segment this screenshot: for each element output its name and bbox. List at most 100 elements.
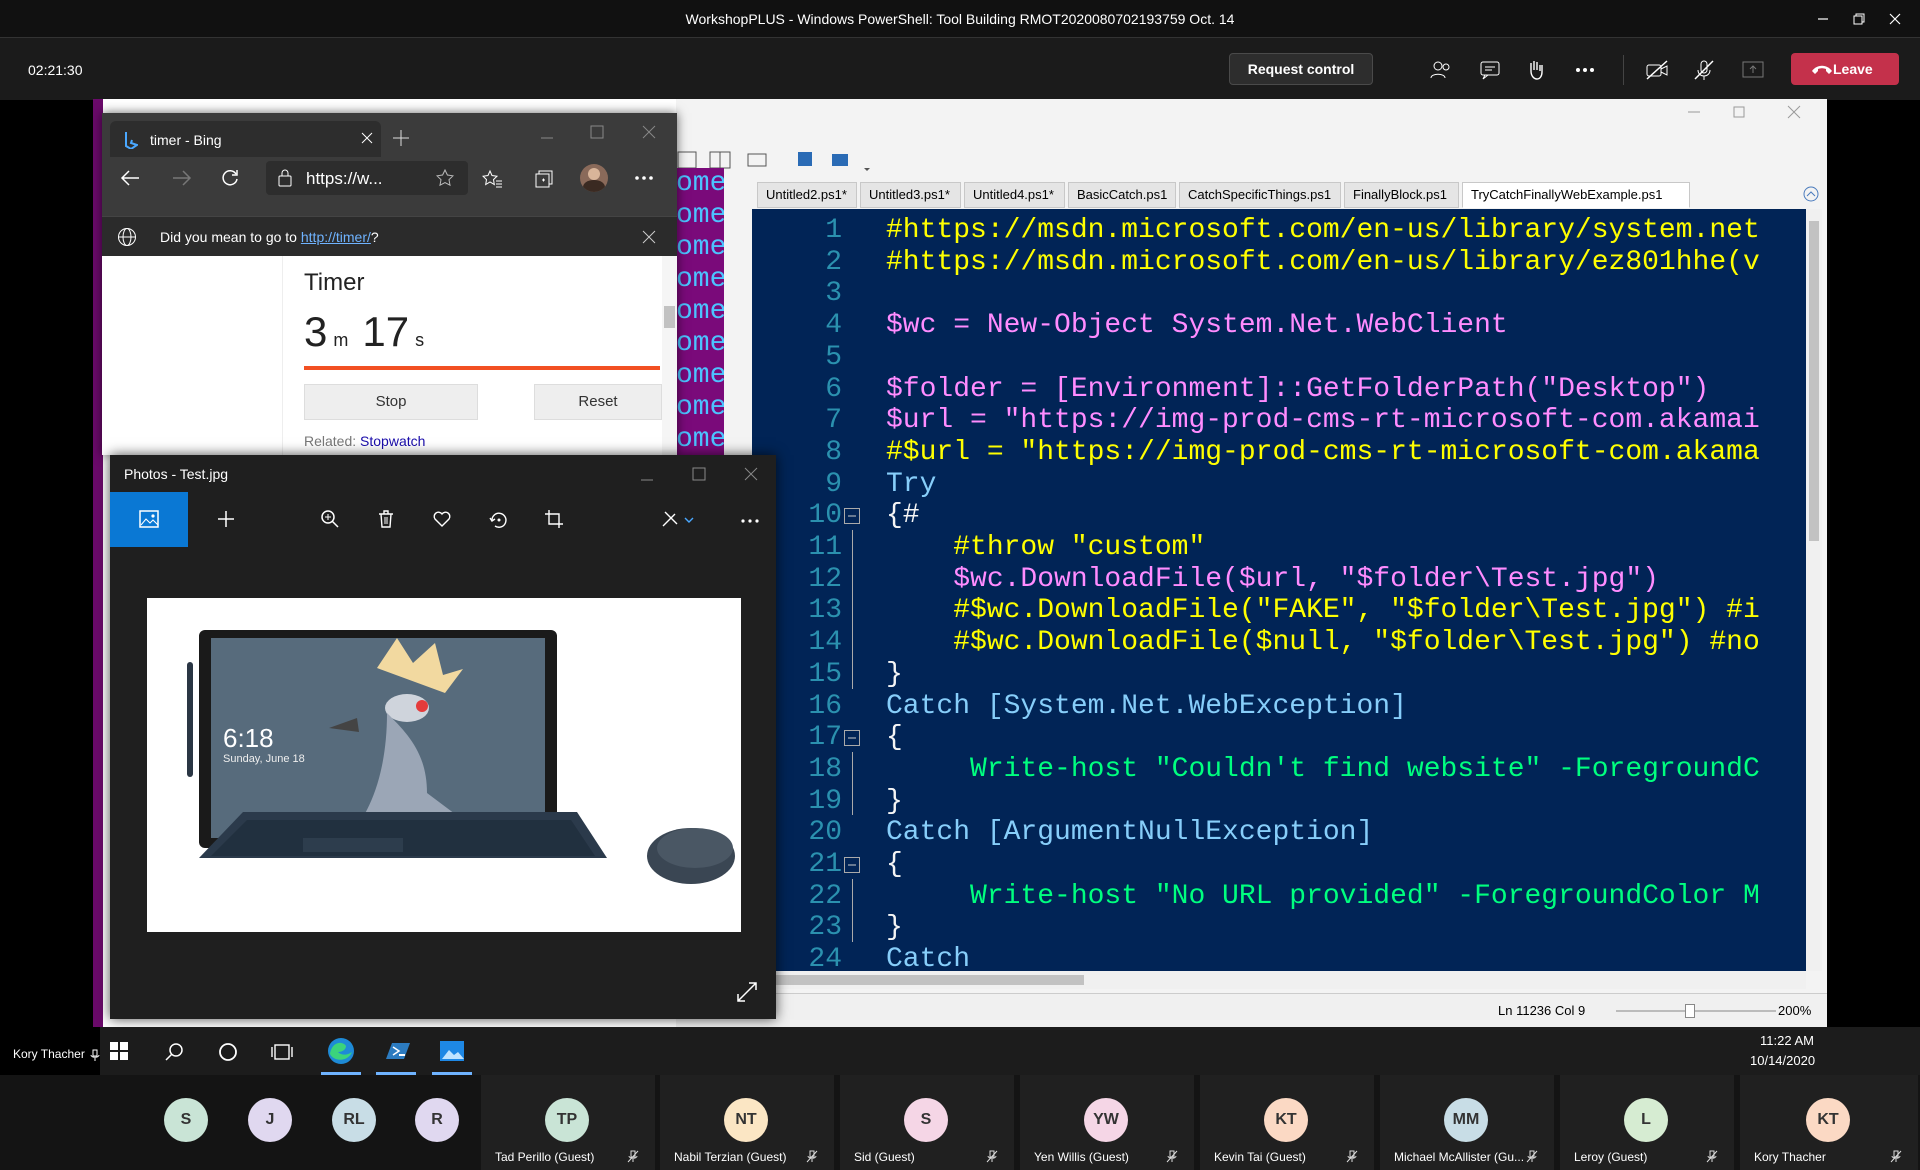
- participant-avatar: KT: [1264, 1098, 1308, 1142]
- code-text: Catch: [886, 944, 971, 971]
- new-tab-icon[interactable]: [392, 129, 410, 147]
- camera-off-icon[interactable]: [1644, 57, 1670, 83]
- code-text: Catch [System.Net.WebException]: [886, 690, 1407, 722]
- participants-icon[interactable]: [1428, 57, 1454, 83]
- participant-mic-off-icon: [1166, 1150, 1178, 1163]
- timer-title: Timer: [304, 269, 365, 296]
- tab-untitled2[interactable]: Untitled2.ps1*: [757, 182, 857, 208]
- mic-off-icon[interactable]: [1691, 57, 1717, 83]
- stop-button[interactable]: Stop: [304, 384, 478, 420]
- fold-toggle-icon[interactable]: [844, 508, 860, 525]
- participant-avatar: MM: [1444, 1098, 1488, 1142]
- device-clock: 6:18: [223, 723, 274, 753]
- participant-avatar[interactable]: S: [164, 1098, 208, 1142]
- leave-button[interactable]: Leave: [1791, 53, 1899, 85]
- favorites-icon[interactable]: [482, 169, 502, 189]
- edit-create-icon[interactable]: [660, 509, 696, 529]
- tab-close-icon[interactable]: [360, 131, 374, 145]
- collections-icon[interactable]: [534, 169, 554, 189]
- participant-avatar[interactable]: RL: [332, 1098, 376, 1142]
- close-icon[interactable]: [1884, 8, 1906, 30]
- taskbar-date: 10/14/2020: [1750, 1053, 1816, 1068]
- stopwatch-link[interactable]: Stopwatch: [360, 433, 425, 449]
- image-icon: [139, 510, 159, 528]
- favorite-heart-icon[interactable]: [432, 509, 452, 529]
- address-bar[interactable]: https://w...: [266, 161, 468, 195]
- toolbar-divider: [1623, 55, 1624, 85]
- zoom-slider-thumb[interactable]: [1685, 1004, 1695, 1018]
- minimize-icon[interactable]: [1812, 8, 1834, 30]
- tab-basiccatch[interactable]: BasicCatch.ps1: [1068, 182, 1176, 208]
- tab-untitled4[interactable]: Untitled4.ps1*: [964, 182, 1065, 208]
- code-text: {: [886, 722, 903, 754]
- see-all-photos-button[interactable]: [110, 492, 188, 547]
- browser-scrollbar[interactable]: [662, 256, 677, 455]
- code-text: {#: [886, 500, 920, 532]
- rotate-icon[interactable]: [488, 509, 508, 529]
- ise-window-controls: [1680, 104, 1820, 120]
- delete-icon[interactable]: [376, 509, 396, 529]
- photos-close-icon[interactable]: [744, 467, 758, 481]
- participant-avatar: YW: [1084, 1098, 1128, 1142]
- add-icon[interactable]: [216, 509, 236, 529]
- zoom-slider[interactable]: [1616, 1010, 1776, 1012]
- related-searches: Related: Stopwatch: [304, 433, 426, 449]
- photos-minimize-icon[interactable]: [640, 473, 654, 487]
- tab-finallyblock[interactable]: FinallyBlock.ps1: [1344, 182, 1459, 208]
- browser-close-icon[interactable]: [642, 125, 656, 139]
- restore-icon[interactable]: [1848, 8, 1870, 30]
- tab-trycatchfinallywebexample[interactable]: TryCatchFinallyWebExample.ps1: [1462, 182, 1690, 208]
- favorite-star-icon[interactable]: [436, 169, 454, 187]
- editor-horizontal-scrollbar[interactable]: [752, 971, 1806, 989]
- back-icon[interactable]: [120, 169, 140, 187]
- edge-browser-window: timer - Bing https://w... Did you mean t…: [102, 113, 677, 455]
- windows-start-icon[interactable]: [110, 1042, 128, 1060]
- raise-hand-icon[interactable]: [1523, 57, 1549, 83]
- crop-icon[interactable]: [544, 509, 564, 529]
- url-text: https://w...: [306, 169, 383, 188]
- share-screen-icon[interactable]: [1740, 57, 1766, 83]
- fold-guide: [852, 530, 853, 689]
- browser-tab[interactable]: timer - Bing: [110, 121, 381, 157]
- photos-more-icon[interactable]: [740, 518, 760, 524]
- suggestion-link[interactable]: http://timer/: [301, 229, 371, 245]
- code-text: }: [886, 785, 903, 817]
- task-view-icon[interactable]: [271, 1042, 293, 1062]
- taskbar-search-icon[interactable]: [165, 1042, 185, 1062]
- photos-title: Photos - Test.jpg: [124, 466, 229, 482]
- participant-avatar[interactable]: J: [248, 1098, 292, 1142]
- fold-toggle-icon[interactable]: [844, 730, 860, 747]
- forward-icon[interactable]: [172, 169, 192, 187]
- more-options-icon[interactable]: [1572, 57, 1598, 83]
- globe-icon: [117, 227, 137, 247]
- taskbar-powershell-ise-icon[interactable]: [376, 1033, 416, 1075]
- photos-maximize-icon[interactable]: [692, 467, 706, 481]
- cortana-icon[interactable]: [218, 1042, 238, 1062]
- tab-catchspecificthings[interactable]: CatchSpecificThings.ps1: [1179, 182, 1341, 208]
- browser-minimize-icon[interactable]: [540, 131, 554, 145]
- reset-button[interactable]: Reset: [534, 384, 662, 420]
- fold-toggle-icon[interactable]: [844, 857, 860, 873]
- settings-more-icon[interactable]: [634, 175, 654, 181]
- photos-app-window: Photos - Test.jpg 6:18 Sunday, June 18: [110, 455, 776, 1019]
- request-control-button[interactable]: Request control: [1229, 53, 1373, 85]
- phone-hangup-icon: [1811, 62, 1833, 76]
- taskbar-photos-icon[interactable]: [432, 1033, 472, 1075]
- fullscreen-icon[interactable]: [736, 981, 758, 1003]
- taskbar-edge-icon[interactable]: [321, 1033, 361, 1075]
- line-number: 2: [825, 246, 842, 278]
- cursor-position: Ln 11236 Col 9: [1498, 1003, 1586, 1018]
- suggestion-close-icon[interactable]: [642, 230, 656, 244]
- code-text: }: [886, 912, 903, 944]
- chat-icon[interactable]: [1477, 57, 1503, 83]
- refresh-icon[interactable]: [220, 168, 240, 188]
- editor-vertical-scrollbar[interactable]: [1806, 209, 1822, 971]
- tab-untitled3[interactable]: Untitled3.ps1*: [860, 182, 961, 208]
- browser-maximize-icon[interactable]: [590, 125, 604, 139]
- collapse-pane-icon[interactable]: [1803, 186, 1819, 202]
- line-number: 3: [825, 278, 842, 310]
- zoom-icon[interactable]: [320, 509, 340, 529]
- participant-avatar[interactable]: R: [415, 1098, 459, 1142]
- script-editor[interactable]: 1 #https://msdn.microsoft.com/en-us/libra…: [752, 209, 1806, 971]
- profile-avatar[interactable]: [580, 164, 608, 192]
